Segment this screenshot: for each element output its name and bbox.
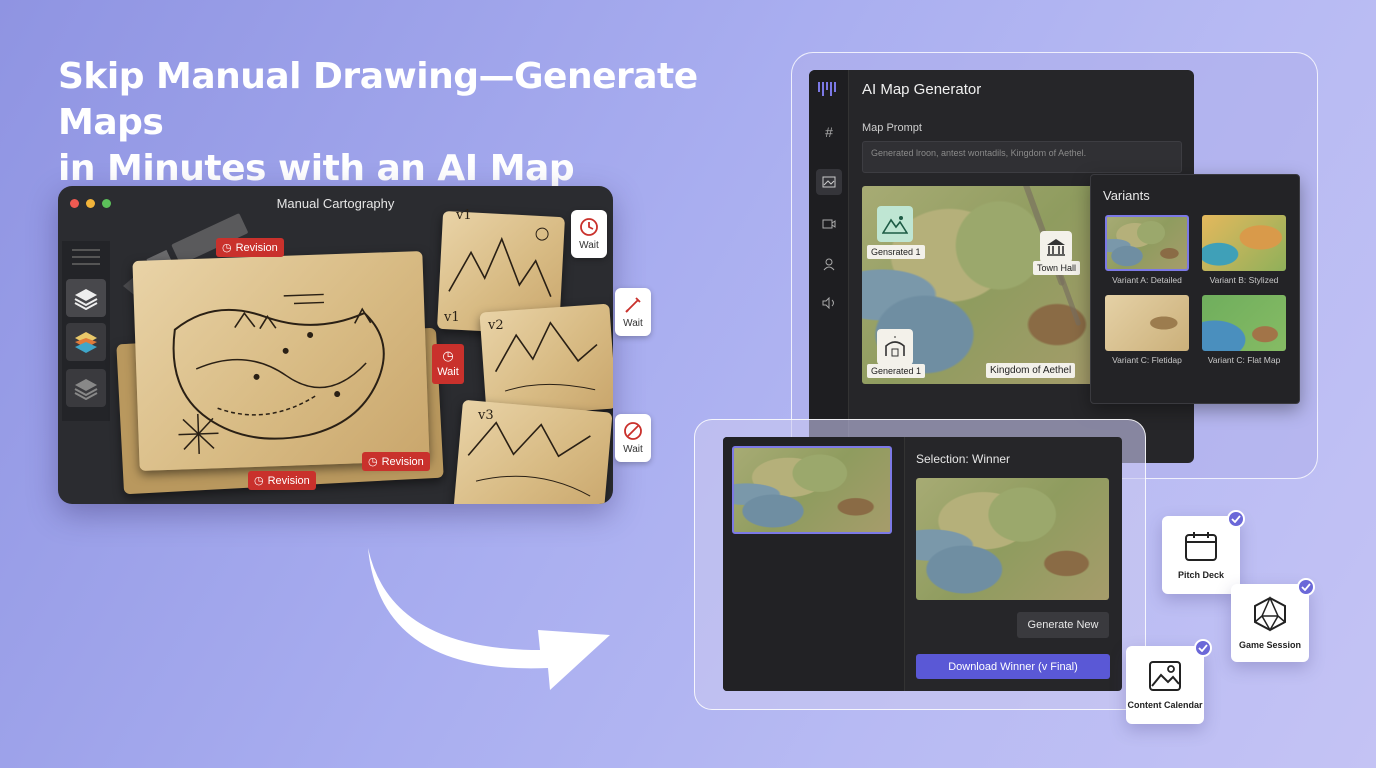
variant-caption-c: Variant C: Fletidap [1112, 355, 1182, 365]
selection-sidebar [723, 437, 905, 691]
variant-caption-b: Variant B: Stylized [1209, 275, 1279, 285]
download-winner-button[interactable]: Download Winner (v Final) [916, 654, 1110, 679]
variant-thumbnail-c[interactable] [1105, 295, 1189, 351]
variants-title: Variants [1103, 188, 1150, 203]
game-session-card[interactable]: Game Session [1231, 584, 1309, 662]
wait-badge-red: ◷ Wait [432, 344, 464, 384]
wait-card-clock: Wait [571, 210, 607, 258]
variant-thumbnail-a[interactable] [1105, 215, 1189, 271]
revision-label: Revision [381, 455, 424, 468]
revision-badge-top: ◷ Revision [216, 238, 284, 257]
clock-icon: ◷ [222, 242, 232, 254]
user-icon[interactable] [816, 251, 842, 277]
map-label-town-hall: Town Hall [1033, 261, 1081, 275]
main-parchment-map [132, 251, 430, 471]
app-title: AI Map Generator [862, 81, 982, 98]
wait-label: Wait [623, 318, 643, 329]
pencil-icon [625, 297, 641, 313]
revision-label: Revision [267, 474, 310, 487]
variant-caption-d: Variant C: Flat Map [1207, 355, 1281, 365]
headline-line-1: Skip Manual Drawing—Generate Maps [58, 56, 698, 143]
version-label-v1-top: v1 [456, 208, 472, 223]
clock-icon: ◷ [368, 456, 378, 468]
map-prompt-input[interactable]: Generated lroon, antest wontadils, Kingd… [862, 141, 1182, 173]
revision-badge-bottom-left: ◷ Revision [248, 471, 316, 490]
audio-icon[interactable] [816, 290, 842, 316]
clock-icon [580, 218, 598, 236]
selected-map-thumbnail[interactable] [732, 446, 892, 534]
version-label-v1-bottom: v1 [444, 310, 460, 325]
content-calendar-check-icon [1194, 639, 1212, 657]
revision-label: Revision [235, 241, 278, 254]
image-icon[interactable] [816, 169, 842, 195]
hand-drawn-map [172, 293, 385, 454]
pitch-deck-card[interactable]: Pitch Deck [1162, 516, 1240, 594]
generate-new-button[interactable]: Generate New [1017, 612, 1109, 638]
clock-icon: ◷ [442, 348, 454, 363]
image-gallery-icon [1149, 661, 1181, 691]
map-label-generated-bottom: Generated 1 [867, 364, 926, 378]
calendar-icon [1185, 532, 1217, 561]
transition-arrow [368, 548, 610, 690]
wait-label: Wait [437, 366, 459, 378]
wait-card-pencil: Wait [615, 288, 651, 336]
pitch-deck-label: Pitch Deck [1177, 570, 1225, 580]
variant-caption-a: Variant A: Detailed [1112, 275, 1182, 285]
map-label-generated-top: Gensrated 1 [867, 245, 925, 259]
variants-panel: Variants Variant A: Detailed Variant B: … [1090, 174, 1300, 404]
selection-window: Selection: Winner Generate New Download … [723, 437, 1122, 691]
map-prompt-label: Map Prompt [862, 122, 922, 134]
content-calendar-card[interactable]: Content Calendar [1126, 646, 1204, 724]
revision-badge-bottom-right: ◷ Revision [362, 452, 430, 471]
variant-thumbnail-d[interactable] [1202, 295, 1286, 351]
hashtag-icon[interactable]: # [816, 119, 842, 145]
app-sidebar: # [809, 70, 849, 463]
layers-white-button[interactable] [66, 279, 106, 317]
wait-label: Wait [623, 444, 643, 455]
layers-icon [74, 289, 98, 310]
layer-toolbar [62, 241, 110, 421]
town-hall-icon [1040, 231, 1072, 263]
selection-title: Selection: Winner [916, 452, 1011, 466]
pitch-deck-check-icon [1227, 510, 1245, 528]
game-session-label: Game Session [1238, 640, 1302, 650]
wait-label: Wait [579, 240, 599, 251]
wait-card-blocked: Wait [615, 414, 651, 462]
layers-gray-button[interactable] [66, 369, 106, 407]
color-layers-icon [75, 332, 97, 353]
version-label-v2: v2 [488, 318, 504, 333]
map-label-kingdom: Kingdom of Aethel [986, 363, 1076, 378]
app-logo-icon [818, 82, 836, 96]
fortress-icon [877, 329, 913, 365]
generated-map-canvas[interactable]: Gensrated 1 Town Hall Generated 1 Kingdo… [862, 186, 1112, 384]
clock-icon: ◷ [254, 475, 264, 487]
layers-muted-icon [74, 379, 98, 400]
winner-map-preview[interactable] [916, 478, 1109, 600]
menu-icon[interactable] [72, 249, 100, 265]
manual-cartography-window: Manual Cartography ◷ Revision ◷ Revision… [58, 186, 613, 504]
game-session-check-icon [1297, 578, 1315, 596]
mountain-map-icon [877, 206, 913, 242]
version-label-v3: v3 [478, 408, 494, 423]
d20-dice-icon [1254, 596, 1286, 632]
video-icon[interactable] [816, 211, 842, 237]
blocked-icon [624, 422, 642, 440]
variant-thumbnail-b[interactable] [1202, 215, 1286, 271]
layers-color-button[interactable] [66, 323, 106, 361]
content-calendar-label: Content Calendar [1127, 700, 1203, 710]
